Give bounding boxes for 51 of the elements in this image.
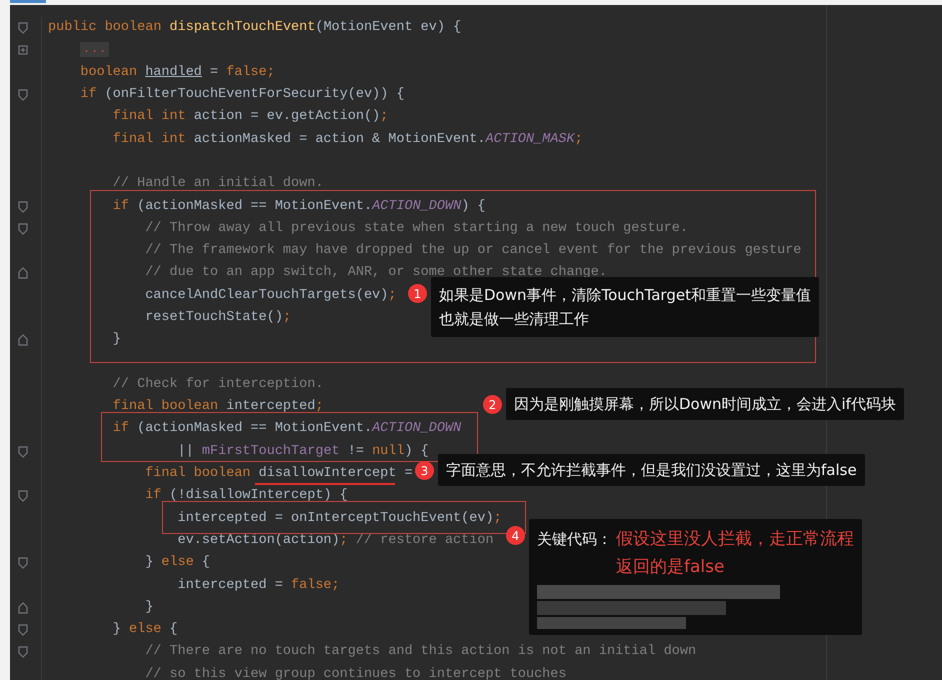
code-line: // due to an app switch, ANR, or some other state change. <box>145 264 607 282</box>
fold-icon[interactable] <box>18 646 28 658</box>
code-line: intercepted = false; <box>178 576 340 595</box>
code-line: intercepted = onInterceptTouchEvent(ev); <box>178 510 502 528</box>
code-line: if (onFilterTouchEventForSecurity(ev)) { <box>80 86 404 104</box>
number-badge: 4 <box>506 526 525 545</box>
code-line: } <box>145 598 154 617</box>
callout-text: 如果是Down事件，清除TouchTarget和重置一些变量值 <box>439 285 811 306</box>
code-line: final boolean intercepted; <box>112 398 324 416</box>
code-line: cancelAndClearTouchTargets(ev); <box>145 286 396 305</box>
fold-icon[interactable] <box>18 22 28 34</box>
fold-icon[interactable] <box>18 446 28 458</box>
code-line: // The framework may have dropped the up or cancel event for the previous gesture <box>145 242 802 260</box>
code-line: } else { <box>145 554 210 572</box>
callout-text: 因为是刚触摸屏幕，所以Down时间成立，会进入if代码块 <box>514 394 896 415</box>
callout-label: 关键代码： <box>537 529 612 550</box>
callout-text: 也就是做一些清理工作 <box>439 309 590 330</box>
code-line: final boolean disallowIntercept = <box>145 465 413 484</box>
fold-end-icon[interactable] <box>18 267 28 280</box>
code-line: } <box>112 331 121 350</box>
callout-text: 假设这里没人拦截，走正常流程 <box>616 528 854 551</box>
fold-icon[interactable] <box>18 200 28 213</box>
fold-icon[interactable] <box>18 222 28 235</box>
code-line: ev.setAction(action); // restore action <box>178 532 494 550</box>
code-line: // There are no touch targets and this action is not an initial down <box>145 643 696 662</box>
code-line: resetTouchState(); <box>145 309 292 327</box>
number-badge: 3 <box>415 461 434 480</box>
code-line: final int actionMasked = action & MotionEvent.ACTION_MASK; <box>112 130 583 149</box>
code-line: || mFirstTouchTarget != null) { <box>178 442 429 461</box>
callout-text: 字面意思，不允许拦截事件，但是我们没设置过，这里为false <box>446 460 857 481</box>
fold-end-icon[interactable] <box>18 602 28 614</box>
number-badge: 2 <box>483 395 502 414</box>
fold-icon[interactable] <box>18 624 28 636</box>
code-line: // Handle an initial down. <box>112 175 324 194</box>
code-line: if (actionMasked == MotionEvent.ACTION_DOWN) { <box>112 198 486 216</box>
callout-text: 返回的是false <box>616 556 726 579</box>
code-line: // Check for interception. <box>112 376 324 394</box>
expand-icon[interactable] <box>18 44 28 56</box>
code-line: final int action = ev.getAction(); <box>112 108 388 126</box>
code-line: // Throw away all previous state when starting a new touch gesture. <box>145 220 688 238</box>
code-line: } else { <box>112 621 178 640</box>
number-badge: 1 <box>408 284 427 303</box>
fold-icon[interactable] <box>18 557 28 570</box>
code-line: if (!disallowIntercept) { <box>145 487 348 506</box>
fold-end-icon[interactable] <box>18 334 28 346</box>
code-line: boolean handled = false; <box>80 64 275 82</box>
code-line: if (actionMasked == MotionEvent.ACTION_DOWN <box>112 420 462 438</box>
fold-icon[interactable] <box>18 89 28 102</box>
code-line: // so this view group continues to intercept touches <box>145 666 566 680</box>
fold-icon[interactable] <box>18 490 28 502</box>
code-line: public boolean dispatchTouchEvent(MotionEvent ev) { <box>48 19 462 38</box>
